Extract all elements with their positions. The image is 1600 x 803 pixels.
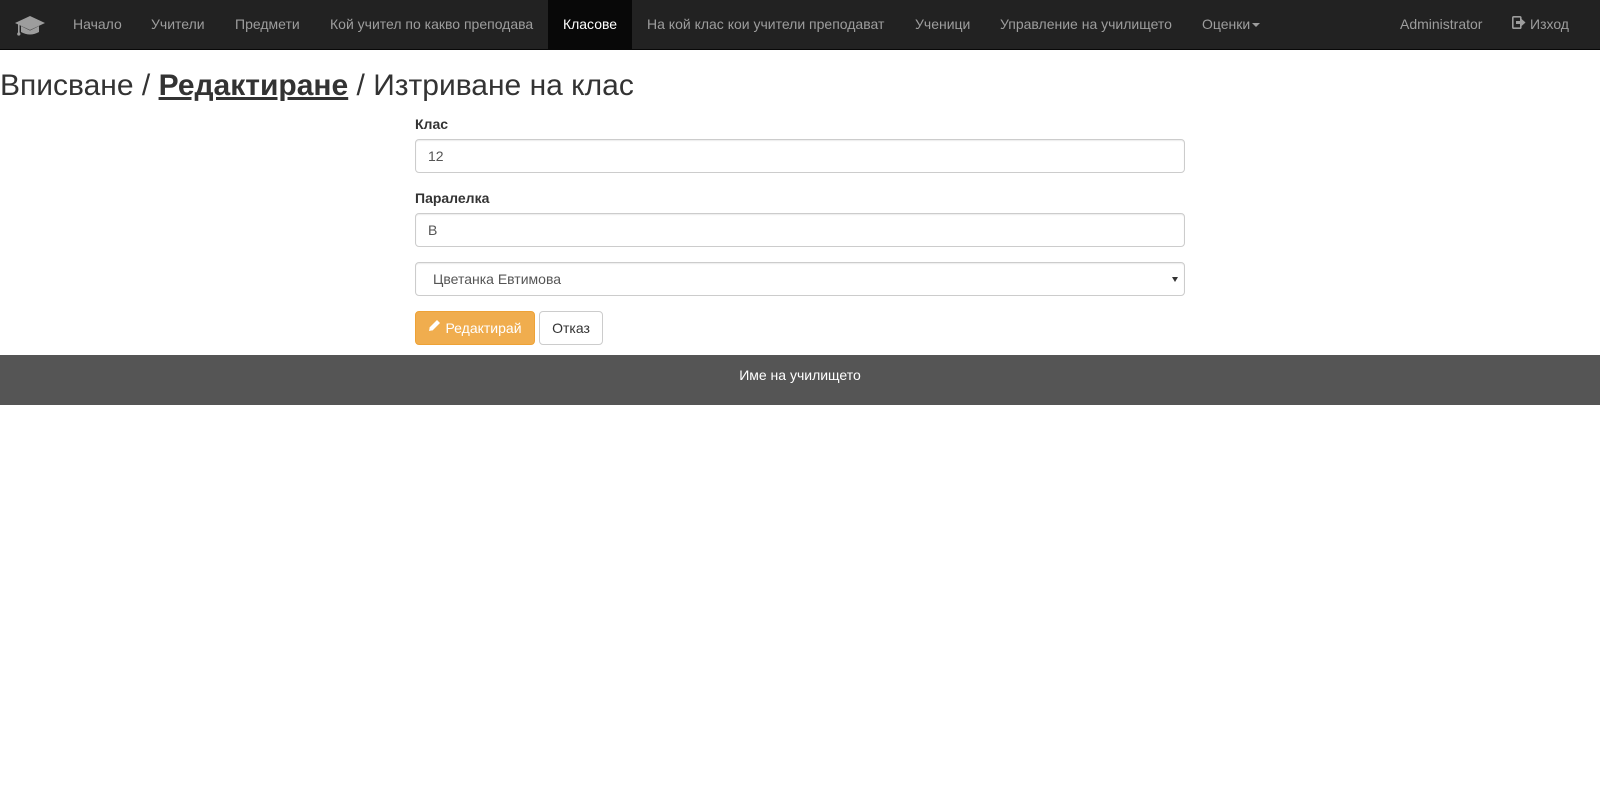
nav-item-grades-label: Оценки [1202, 16, 1251, 32]
class-input[interactable] [415, 139, 1185, 173]
class-label: Клас [415, 116, 449, 132]
nav-item-subjects[interactable]: Предмети [235, 0, 300, 49]
top-navbar: Начало Учители Предмети Кой учител по ка… [0, 0, 1600, 50]
footer-school-name: Име на училището [739, 367, 861, 383]
nav-item-user[interactable]: Administrator [1400, 0, 1482, 49]
caret-down-icon [1252, 23, 1261, 28]
nav-item-teachers[interactable]: Учители [151, 0, 205, 49]
teacher-select-value: Цветанка Евтимова [433, 271, 562, 287]
log-out-icon [1512, 0, 1526, 49]
select-arrow-icon [1172, 277, 1178, 282]
cancel-button[interactable]: Отказ [539, 311, 603, 345]
pencil-icon [428, 311, 441, 343]
footer: Име на училището [0, 355, 1600, 405]
nav-item-school-management[interactable]: Управление на училището [1000, 0, 1172, 49]
section-input[interactable] [415, 213, 1185, 247]
logout-label: Изход [1530, 16, 1569, 32]
nav-item-classes[interactable]: Класове [548, 0, 632, 49]
nav-item-home[interactable]: Начало [73, 0, 122, 49]
page-title-edit-link[interactable]: Редактиране [159, 69, 349, 102]
nav-item-logout[interactable]: Изход [1512, 0, 1569, 49]
page-title-delete: / Изтриване на клас [348, 69, 634, 102]
nav-item-students[interactable]: Ученици [915, 0, 970, 49]
nav-item-grades-dropdown[interactable]: Оценки [1202, 0, 1261, 49]
teacher-select[interactable]: Цветанка Евтимова [415, 262, 1185, 296]
section-label: Паралелка [415, 190, 490, 206]
page-title: Вписване / Редактиране / Изтриване на кл… [0, 66, 634, 106]
page-title-insert: Вписване / [0, 69, 159, 102]
nav-item-teacher-subjects[interactable]: Кой учител по какво преподава [330, 0, 533, 49]
graduation-cap-icon[interactable] [14, 13, 46, 39]
nav-item-class-teachers[interactable]: На кой клас кои учители преподават [647, 0, 884, 49]
edit-button[interactable]: Редактирай [415, 311, 535, 345]
edit-button-label: Редактирай [445, 320, 522, 336]
